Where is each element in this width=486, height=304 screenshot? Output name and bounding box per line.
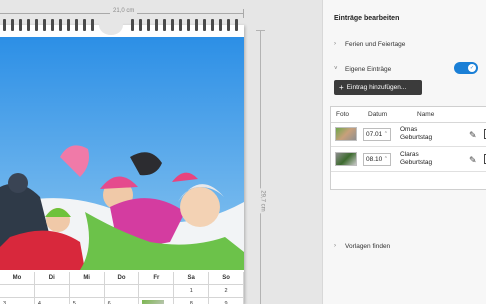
entry-name-line1: Claras (400, 151, 419, 158)
edit-icon[interactable]: ✎ (469, 130, 477, 141)
day-cell[interactable]: 5 (70, 298, 105, 304)
chevron-right-icon: › (334, 41, 336, 47)
day-number: 5 (72, 301, 76, 304)
day-cell[interactable] (0, 285, 35, 298)
photo-illustration (0, 37, 244, 270)
section-own-entries[interactable]: ˅ Eigene Einträge (334, 63, 391, 75)
weekday-fr: Fr (139, 272, 175, 285)
calendar-photo[interactable] (0, 37, 244, 270)
day-cell[interactable]: 9 (209, 298, 245, 304)
entry-name-line1: Omas (400, 126, 418, 133)
panel-title: Einträge bearbeiten (334, 15, 400, 22)
header-date: Datum (368, 111, 388, 118)
calendar-page[interactable]: Mo Di Mi Do Fr Sa So 1 2 3 4 5 6 8 9 (0, 15, 245, 304)
table-header: Foto Datum Name (331, 107, 486, 123)
wire-binding (0, 15, 244, 35)
width-label: 21,0 cm (110, 8, 138, 14)
day-cell-with-entry[interactable] (139, 298, 175, 304)
section-templates[interactable]: › Vorlagen finden (334, 240, 390, 252)
height-ruler: 29,7 cm (256, 30, 266, 304)
chevron-down-icon: ˅ (334, 66, 338, 72)
entry-photo[interactable] (335, 127, 357, 141)
section-holidays-label: Ferien und Feiertage (345, 40, 406, 48)
weekday-mo: Mo (0, 272, 35, 285)
stepper-icon[interactable]: ⌃ (384, 129, 388, 140)
weekday-do: Do (104, 272, 140, 285)
day-cell[interactable] (34, 285, 70, 298)
own-entries-toggle[interactable]: ✓ (454, 62, 478, 74)
day-number: 6 (107, 301, 111, 304)
day-number: 4 (37, 301, 41, 304)
day-cell[interactable]: 4 (35, 298, 70, 304)
day-number: 3 (3, 301, 7, 304)
edit-icon[interactable]: ✎ (469, 155, 477, 166)
day-number: 9 (224, 301, 228, 304)
day-cell[interactable]: 8 (174, 298, 210, 304)
entry-photo[interactable] (335, 152, 357, 166)
stepper-icon[interactable]: ⌃ (384, 154, 388, 165)
day-cell[interactable]: 3 (0, 298, 35, 304)
day-cell[interactable] (69, 285, 105, 298)
hanger-cutout (99, 15, 123, 35)
table-row[interactable]: 08.10 ⌃ Claras Geburtstag ✎ (331, 148, 486, 172)
check-icon: ✓ (468, 64, 476, 72)
day-cell[interactable]: 1 (174, 285, 210, 298)
entry-name-line2: Geburtstag (400, 159, 433, 166)
day-cell[interactable]: 6 (105, 298, 140, 304)
header-photo: Foto (336, 111, 350, 118)
day-number: 8 (189, 301, 193, 304)
entry-thumbnail (142, 300, 165, 304)
weekday-so: So (209, 272, 245, 285)
add-entry-label: Eintrag hinzufügen... (346, 84, 407, 91)
calendar-canvas[interactable]: 21,0 cm 29,7 cm Mo Di Mi Do Fr Sa So 1 2… (0, 0, 322, 304)
week-row-2: 3 4 5 6 8 9 (0, 298, 245, 304)
edit-entries-panel: Einträge bearbeiten › Ferien und Feierta… (322, 0, 486, 304)
table-row[interactable]: 07.01 ⌃ Omas Geburtstag ✎ (331, 123, 486, 147)
weekday-di: Di (34, 272, 70, 285)
date-field[interactable]: 07.01 ⌃ (363, 128, 391, 141)
day-cell[interactable] (104, 285, 140, 298)
day-cell[interactable] (139, 285, 175, 298)
section-templates-label: Vorlagen finden (345, 242, 391, 250)
add-entry-button[interactable]: + Eintrag hinzufügen... (334, 80, 422, 95)
entry-name[interactable]: Claras Geburtstag (400, 151, 450, 167)
week-row-1: 1 2 (0, 285, 245, 298)
calendar-grid-row2: 3 4 5 6 8 9 (0, 298, 245, 304)
day-number: 2 (224, 288, 228, 294)
header-name: Name (417, 111, 435, 118)
section-holidays[interactable]: › Ferien und Feiertage (334, 38, 405, 50)
weekday-row: Mo Di Mi Do Fr Sa So (0, 272, 245, 285)
day-cell[interactable]: 2 (209, 285, 245, 298)
plus-icon: + (339, 82, 344, 92)
height-label: 29,7 cm (259, 188, 266, 214)
width-ruler: 21,0 cm (0, 8, 244, 18)
date-value: 08.10 (366, 156, 383, 163)
entries-table: Foto Datum Name 07.01 ⌃ Omas Geburtstag … (330, 106, 486, 190)
weekday-sa: Sa (174, 272, 210, 285)
entry-name[interactable]: Omas Geburtstag (400, 126, 450, 142)
date-value: 07.01 (366, 131, 383, 138)
section-own-entries-label: Eigene Einträge (345, 65, 392, 73)
entry-name-line2: Geburtstag (400, 134, 433, 141)
date-field[interactable]: 08.10 ⌃ (363, 153, 391, 166)
day-number: 1 (189, 288, 193, 294)
chevron-right-icon: › (334, 243, 336, 249)
weekday-mi: Mi (69, 272, 105, 285)
